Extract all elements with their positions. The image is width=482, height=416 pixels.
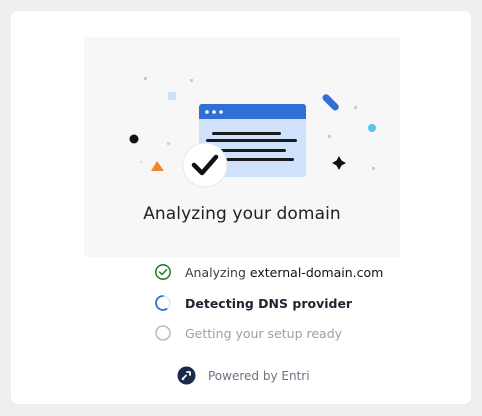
hero-title: Analyzing your domain bbox=[143, 204, 341, 224]
powered-by[interactable]: Powered by Entri bbox=[177, 366, 310, 385]
decor-orange-triangle bbox=[151, 161, 164, 171]
step-label: Detecting DNS provider bbox=[185, 295, 353, 311]
step-analyzing-domain: Analyzing external-domain.com bbox=[154, 261, 454, 283]
decor-dot bbox=[140, 161, 142, 163]
step-getting-setup-ready: Getting your setup ready bbox=[154, 322, 454, 344]
powered-by-label: Powered by Entri bbox=[208, 368, 310, 383]
checkmark-badge-icon bbox=[182, 142, 228, 188]
decor-dot bbox=[354, 106, 357, 109]
decor-black-dot bbox=[129, 134, 139, 144]
step-detecting-dns: Detecting DNS provider bbox=[154, 292, 454, 314]
step-label-prefix: Analyzing bbox=[185, 264, 250, 280]
setup-card: Analyzing your domain Analyzing external… bbox=[11, 11, 471, 404]
entri-logo-icon bbox=[177, 366, 196, 385]
step-label: Getting your setup ready bbox=[185, 325, 343, 341]
hero-illustration-panel: Analyzing your domain bbox=[84, 37, 400, 257]
decor-dot bbox=[144, 77, 147, 80]
decor-sparkle bbox=[332, 156, 346, 170]
decor-dot bbox=[328, 135, 331, 138]
domain-name: external-domain.com bbox=[249, 264, 384, 280]
empty-circle-icon bbox=[154, 324, 172, 342]
decor-dot bbox=[167, 142, 170, 145]
decor-dot bbox=[190, 79, 193, 82]
decor-blue-dot bbox=[368, 124, 376, 132]
check-circle-icon bbox=[154, 263, 172, 281]
step-label: Analyzing external-domain.com bbox=[185, 265, 383, 280]
spinner-icon bbox=[154, 294, 172, 312]
decor-dot bbox=[372, 167, 375, 170]
decor-blue-capsule bbox=[322, 94, 339, 111]
hero-illustration bbox=[129, 77, 376, 188]
decor-square bbox=[168, 92, 176, 100]
